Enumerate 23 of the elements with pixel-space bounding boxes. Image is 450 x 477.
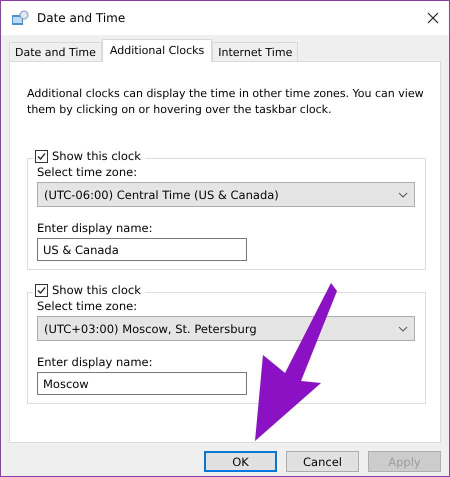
field-label: Enter display name:	[37, 355, 154, 369]
display-name-field[interactable]: US & Canada	[37, 238, 247, 261]
tab[interactable]: Date and Time	[9, 42, 102, 62]
checkbox-label: Show this clock	[52, 149, 141, 163]
display-name-field[interactable]: Moscow	[37, 372, 247, 395]
checkbox-label: Show this clock	[52, 283, 141, 297]
chevron-down-icon	[398, 326, 408, 332]
checkbox[interactable]	[35, 284, 48, 296]
field-label: Select time zone:	[37, 165, 138, 179]
chevron-down-icon	[398, 192, 408, 198]
window-title: Date and Time	[37, 11, 126, 25]
checkbox[interactable]	[35, 150, 48, 162]
time-zone-dropdown[interactable]: (UTC+03:00) Moscow, St. Petersburg	[37, 316, 415, 341]
dialog-button[interactable]: Cancel	[286, 451, 359, 472]
field-label: Enter display name:	[37, 221, 154, 235]
tab[interactable]: Additional Clocks	[102, 39, 212, 62]
clock-icon	[11, 10, 29, 26]
close-icon[interactable]	[427, 12, 439, 24]
dialog-button[interactable]: OK	[204, 451, 277, 472]
tab[interactable]: Internet Time	[212, 42, 298, 62]
time-zone-dropdown[interactable]: (UTC-06:00) Central Time (US & Canada)	[37, 182, 415, 207]
field-label: Select time zone:	[37, 299, 138, 313]
description-text: Additional clocks can display the time in other time zones. You can view them by clicking on or hovering over the taskbar clock.	[27, 86, 425, 118]
